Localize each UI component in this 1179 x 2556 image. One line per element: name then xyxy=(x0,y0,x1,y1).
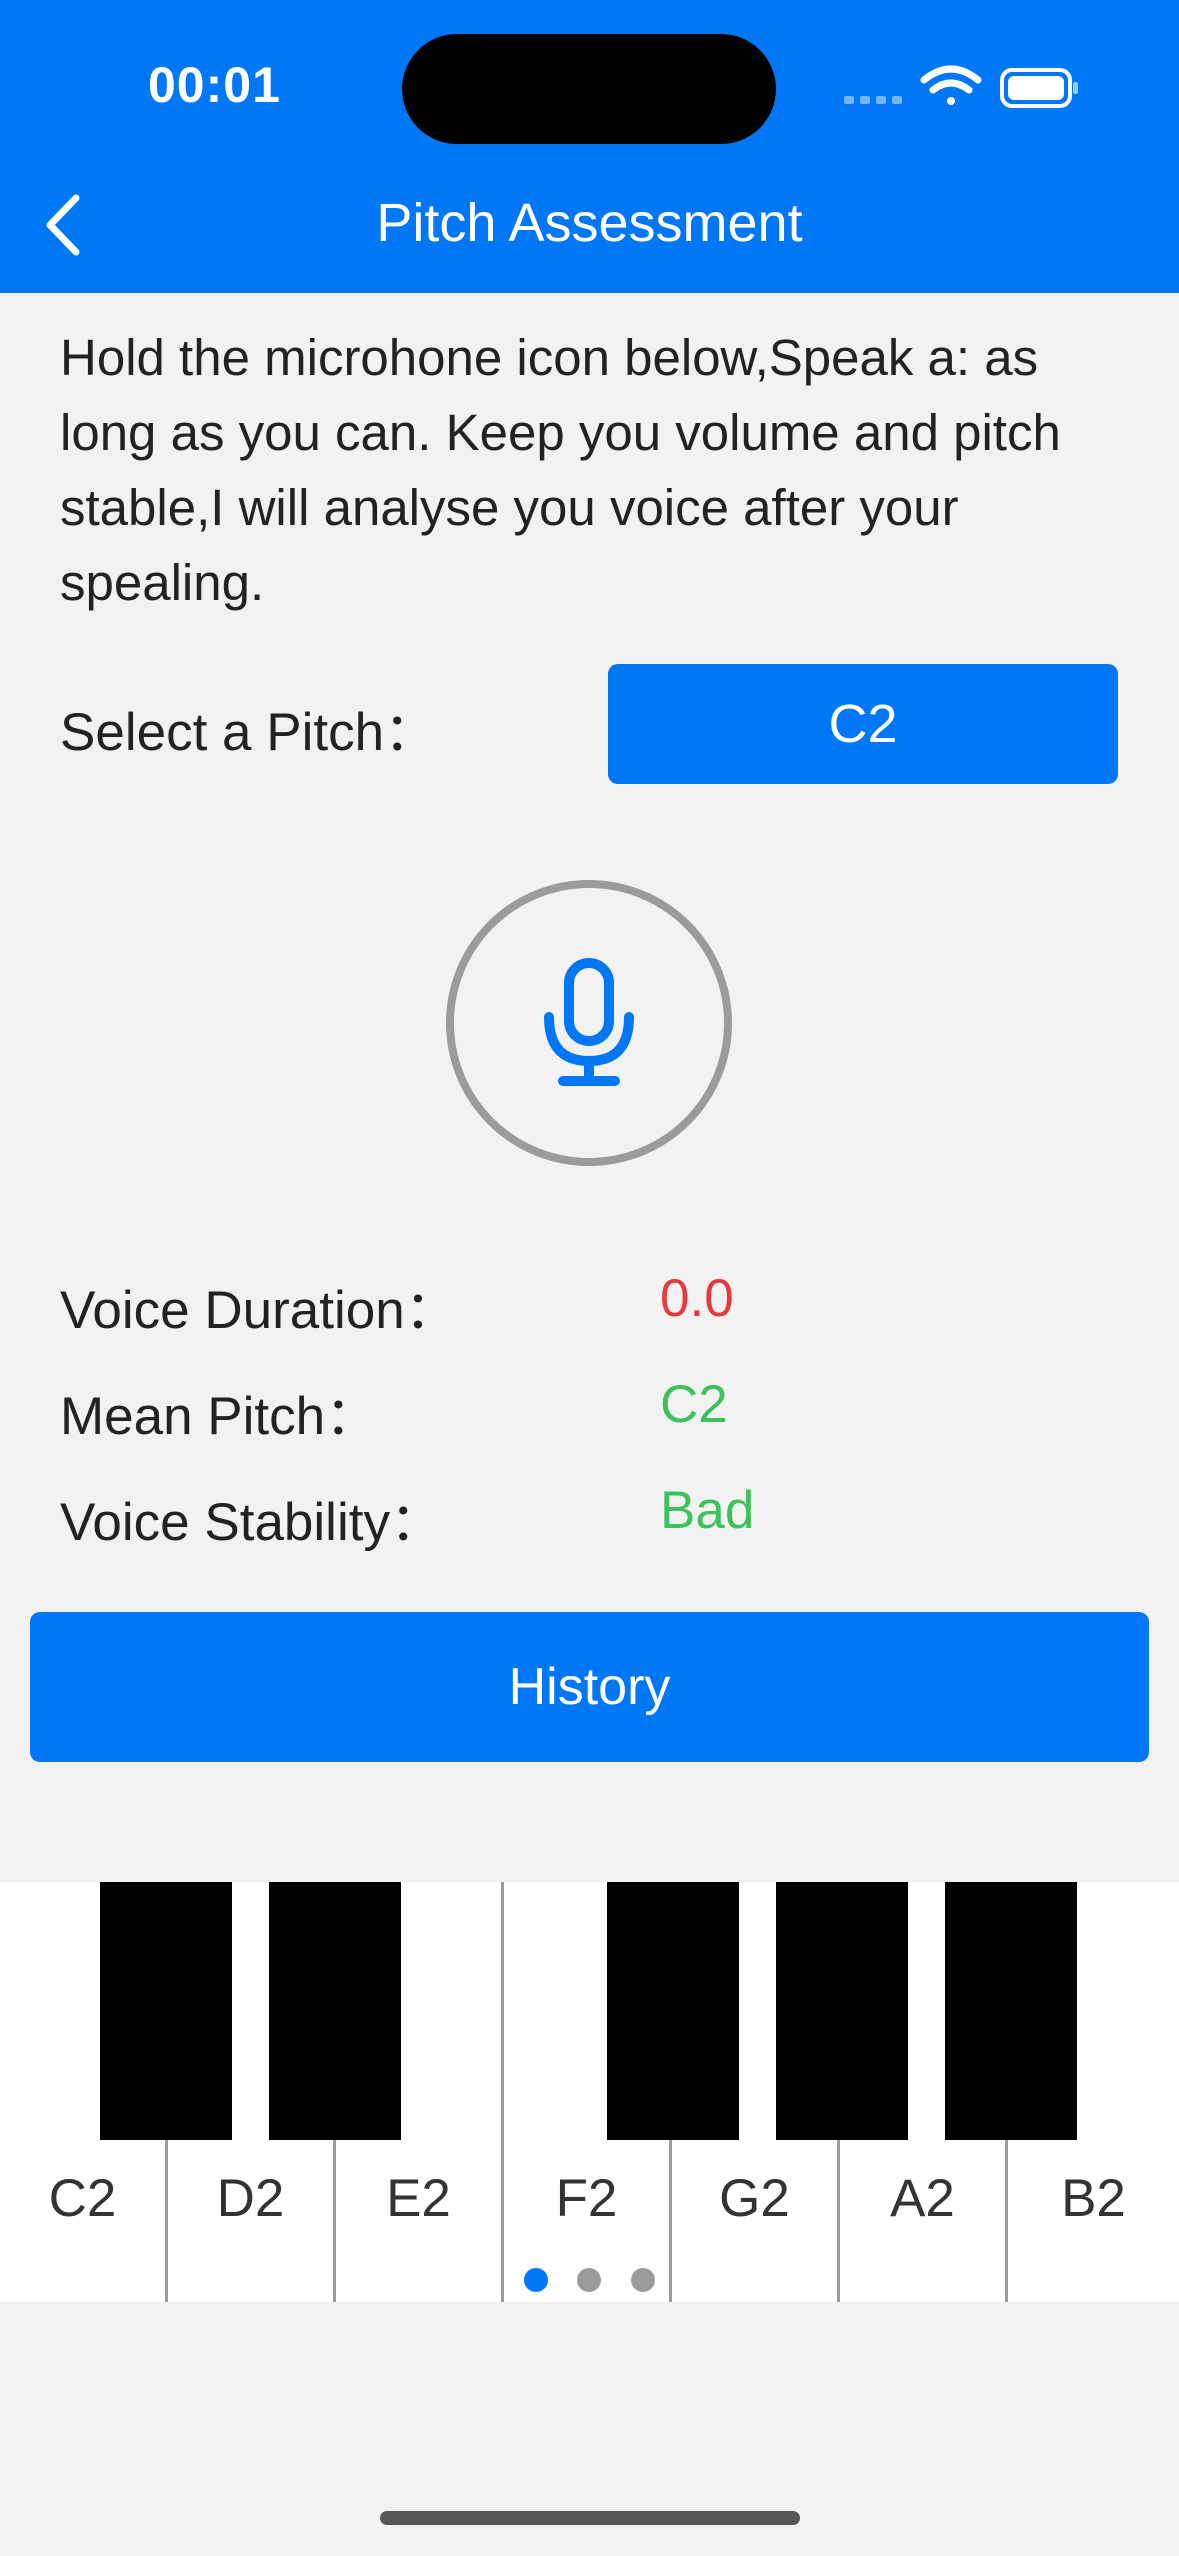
instructions-text: Hold the microhone icon below,Speak a: a… xyxy=(60,329,1061,611)
history-button[interactable]: History xyxy=(30,1612,1149,1762)
piano-black-key-a-sharp[interactable] xyxy=(945,1882,1077,2140)
nav-header: 00:01 Pitch Assessment xyxy=(0,0,1179,293)
page-title: Pitch Assessment xyxy=(376,193,803,253)
home-indicator xyxy=(380,2511,800,2525)
record-mic-button[interactable] xyxy=(446,880,732,1166)
pitch-select-button[interactable]: C2 xyxy=(608,664,1118,784)
key-label: C2 xyxy=(48,2169,117,2228)
key-label: A2 xyxy=(890,2169,955,2228)
status-time: 00:01 xyxy=(148,57,281,113)
piano-keyboard: C2 D2 E2 F2 G2 A2 B2 xyxy=(0,1882,1179,2302)
microphone-icon xyxy=(544,958,634,1086)
page-dot-active[interactable] xyxy=(524,2268,548,2292)
battery-icon xyxy=(1000,68,1078,108)
key-label: G2 xyxy=(719,2169,790,2228)
piano-black-key-c-sharp[interactable] xyxy=(100,1882,232,2140)
mean-pitch-label: Mean Pitch： xyxy=(60,1387,379,1446)
pitch-select-label: Select a Pitch： xyxy=(60,703,438,762)
piano-black-key-f-sharp[interactable] xyxy=(607,1882,739,2140)
status-icons xyxy=(844,65,1078,108)
key-label: B2 xyxy=(1061,2169,1126,2228)
voice-stability-value: Bad xyxy=(660,1481,755,1540)
page-dot[interactable] xyxy=(631,2268,655,2292)
page-dot[interactable] xyxy=(577,2268,601,2292)
mean-pitch-value: C2 xyxy=(660,1375,728,1434)
voice-duration-label: Voice Duration： xyxy=(60,1281,458,1340)
key-label: D2 xyxy=(216,2169,285,2228)
wifi-icon xyxy=(920,65,982,105)
piano-black-key-g-sharp[interactable] xyxy=(776,1882,908,2140)
dynamic-island xyxy=(402,34,776,144)
voice-stability-label: Voice Stability： xyxy=(60,1493,443,1552)
key-label: F2 xyxy=(555,2169,618,2228)
signal-icon xyxy=(844,96,902,104)
piano-black-key-d-sharp[interactable] xyxy=(269,1882,401,2140)
key-label: E2 xyxy=(386,2169,451,2228)
voice-duration-value: 0.0 xyxy=(660,1269,734,1328)
